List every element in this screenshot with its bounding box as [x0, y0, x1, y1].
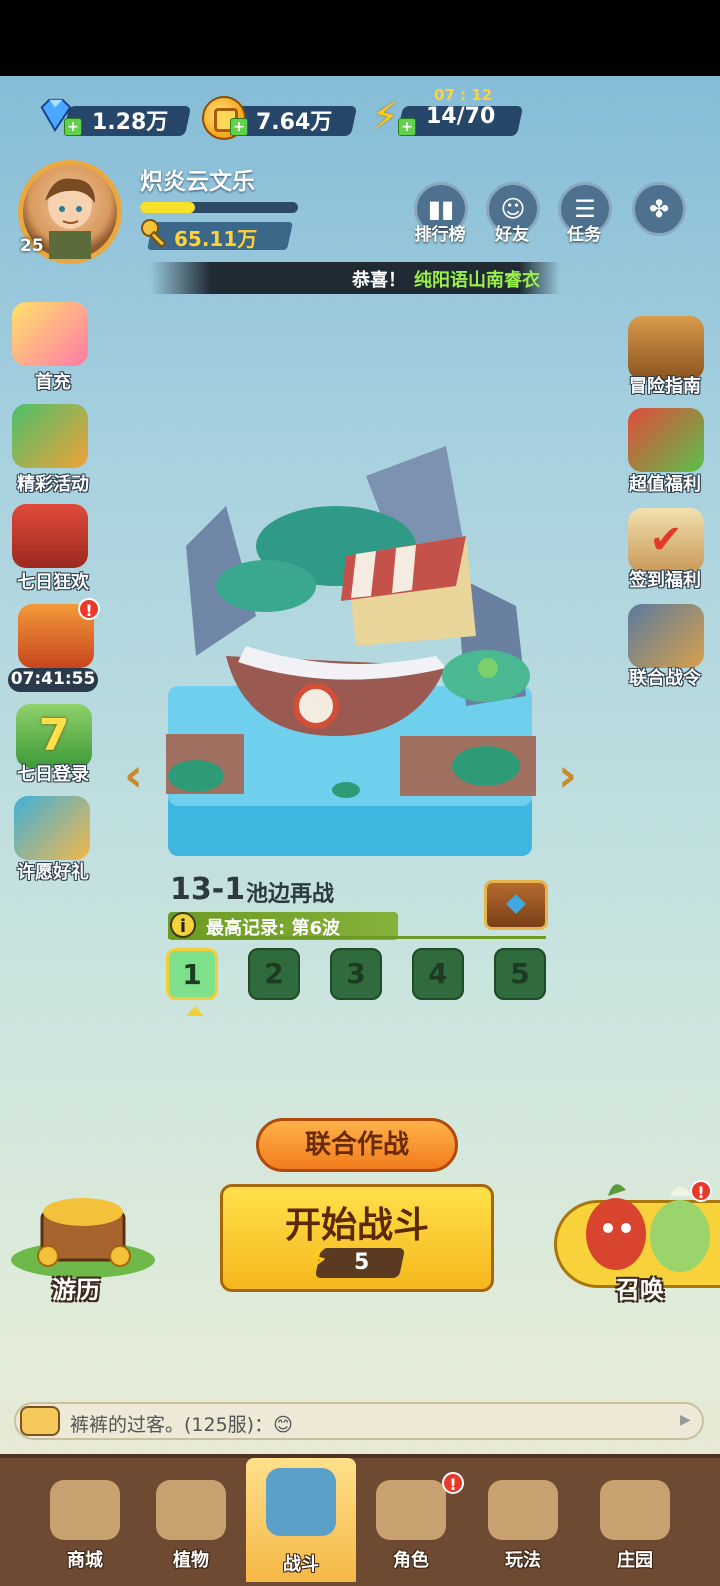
- battle-pass-icon[interactable]: [628, 604, 704, 668]
- energy-timer: 07 : 12: [434, 86, 493, 104]
- ticker-highlight: 纯阳语山南睿衣: [414, 270, 540, 291]
- stage-island-illustration[interactable]: [166, 436, 536, 856]
- key-icon: [141, 219, 167, 249]
- key-amount: 65.11万: [174, 227, 258, 251]
- nav-gameplay[interactable]: 玩法: [468, 1462, 578, 1578]
- value-welfare-label[interactable]: 超值福利: [610, 470, 720, 496]
- battle-icon: [266, 1468, 336, 1536]
- first-recharge-icon[interactable]: [12, 302, 88, 366]
- friends-icon: ☺: [500, 195, 526, 223]
- ticker-prefix: 恭喜！: [352, 270, 406, 291]
- stage-reward-chest[interactable]: [484, 880, 548, 930]
- add-energy-button[interactable]: +: [398, 118, 416, 136]
- adventure-guide-icon[interactable]: [628, 316, 704, 380]
- adventure-guide-label[interactable]: 冒险指南: [610, 372, 720, 398]
- character-icon: [376, 1480, 446, 1540]
- player-level: 25: [20, 236, 44, 256]
- best-record: 最高记录: 第6波: [206, 918, 340, 939]
- wave-button-2[interactable]: 2: [248, 948, 300, 1000]
- wave-button-4[interactable]: 4: [412, 948, 464, 1000]
- nav-plants[interactable]: 植物: [136, 1462, 246, 1578]
- summon-alert-badge: !: [690, 1180, 712, 1202]
- energy-cost-icon: ⚡: [306, 1240, 330, 1280]
- battle-cost: 5: [354, 1250, 370, 1275]
- gem-amount: 1.28万: [92, 110, 169, 135]
- summon-label[interactable]: 召唤: [616, 1270, 664, 1305]
- wish-gift-label[interactable]: 许愿好礼: [0, 858, 108, 884]
- nav-manor-label: 庄园: [617, 1550, 653, 1571]
- chat-expand-icon[interactable]: ▶: [680, 1412, 691, 1428]
- seven-day-login-label[interactable]: 七日登录: [0, 760, 108, 786]
- wish-gift-icon[interactable]: [14, 796, 90, 860]
- start-battle-label: 开始战斗: [284, 1205, 429, 1246]
- nav-gameplay-label: 玩法: [505, 1550, 541, 1571]
- more-icon: ✤: [648, 195, 670, 223]
- selected-wave-pointer: [186, 1006, 204, 1016]
- task-label: 任务: [567, 225, 601, 245]
- player-name: 炽炎云文乐: [140, 169, 255, 195]
- stage-number: 13-1: [170, 872, 246, 907]
- seven-day-login-icon[interactable]: 7: [16, 704, 92, 768]
- nav-battle[interactable]: 战斗: [246, 1458, 356, 1582]
- seven-day-carnival-label[interactable]: 七日狂欢: [0, 568, 108, 594]
- add-gold-button[interactable]: +: [230, 118, 248, 136]
- travel-label[interactable]: 游历: [52, 1270, 100, 1305]
- first-recharge-label[interactable]: 首充: [0, 368, 108, 394]
- wave-button-3[interactable]: 3: [330, 948, 382, 1000]
- nav-battle-label: 战斗: [283, 1554, 319, 1575]
- travel-chest-icon[interactable]: [8, 1190, 158, 1280]
- events-icon[interactable]: [12, 404, 88, 468]
- add-gems-button[interactable]: +: [64, 118, 82, 136]
- manor-icon: [600, 1480, 670, 1540]
- prev-stage-arrow[interactable]: ‹: [124, 748, 143, 802]
- value-welfare-icon[interactable]: [628, 408, 704, 472]
- seven-digit: 7: [38, 710, 70, 761]
- check-in-label[interactable]: 签到福利: [610, 566, 720, 592]
- nav-manor[interactable]: 庄园: [580, 1462, 690, 1578]
- chest-gem-icon: [506, 894, 526, 914]
- ranking-icon: ▮▮: [427, 195, 455, 223]
- lightning-icon: ⚡: [372, 94, 399, 138]
- xp-bar-fill: [140, 202, 195, 213]
- gold-amount: 7.64万: [256, 110, 333, 135]
- seven-day-carnival-icon[interactable]: [12, 504, 88, 568]
- task-icon: ☰: [574, 195, 596, 223]
- nav-character-label: 角色: [393, 1550, 429, 1571]
- gift-alert-badge: !: [78, 598, 100, 620]
- next-stage-arrow[interactable]: ›: [558, 748, 577, 802]
- shop-icon: [50, 1480, 120, 1540]
- battle-pass-label[interactable]: 联合战令: [610, 664, 720, 690]
- status-bar: [0, 0, 720, 76]
- info-icon[interactable]: i: [170, 912, 196, 938]
- ranking-label: 排行榜: [414, 225, 466, 245]
- energy-amount: 14/70: [426, 104, 496, 129]
- plants-icon: [156, 1480, 226, 1540]
- wave-button-1[interactable]: 1: [166, 948, 218, 1000]
- wave-button-5[interactable]: 5: [494, 948, 546, 1000]
- gameplay-icon: [488, 1480, 558, 1540]
- more-button[interactable]: ✤: [632, 182, 686, 236]
- coop-battle-button[interactable]: 联合作战: [256, 1118, 458, 1172]
- check-in-icon[interactable]: ✔: [628, 508, 704, 572]
- stage-name: 池边再战: [246, 882, 335, 907]
- chat-bubble-icon[interactable]: [20, 1406, 60, 1436]
- character-alert-badge: !: [442, 1472, 464, 1494]
- friends-label: 好友: [495, 225, 529, 245]
- nav-shop[interactable]: 商城: [30, 1462, 140, 1578]
- events-label[interactable]: 精彩活动: [0, 470, 108, 496]
- nav-shop-label: 商城: [67, 1550, 103, 1571]
- check-mark-icon: ✔: [649, 517, 683, 563]
- gift-timer: 07:41:55: [10, 669, 96, 689]
- nav-plants-label: 植物: [173, 1550, 209, 1571]
- chat-message: 裤裤的过客。(125服)：😊: [70, 1414, 293, 1436]
